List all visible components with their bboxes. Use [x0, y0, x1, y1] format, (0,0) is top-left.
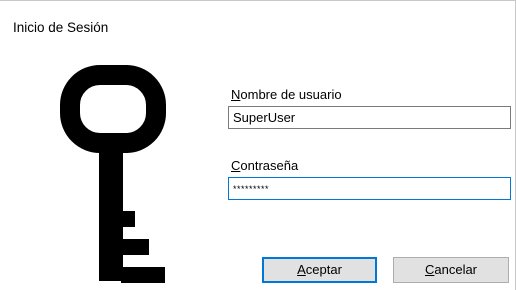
- login-dialog: Inicio de Sesión Nombre de usuario Contr…: [0, 0, 516, 290]
- password-field[interactable]: [228, 177, 511, 200]
- cancel-button[interactable]: Cancelar: [393, 257, 509, 283]
- key-icon: [60, 65, 166, 283]
- username-label: Nombre de usuario: [231, 87, 342, 102]
- password-label: Contraseña: [231, 158, 299, 173]
- window-title: Inicio de Sesión: [13, 20, 109, 35]
- accept-button[interactable]: Aceptar: [262, 257, 377, 283]
- username-field[interactable]: [228, 106, 511, 129]
